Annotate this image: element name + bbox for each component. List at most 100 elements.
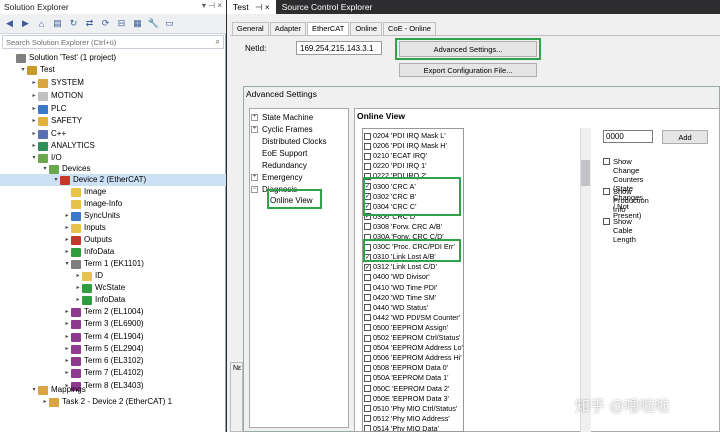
option-checkbox-row[interactable]: Show Production Info [603, 187, 649, 214]
expander-icon[interactable]: ▸ [63, 306, 71, 318]
add-button[interactable]: Add [662, 130, 708, 144]
expander-icon[interactable]: ▸ [30, 90, 38, 102]
tree-item[interactable]: ▸ WcState [74, 282, 125, 294]
history-icon[interactable]: ↻ [67, 17, 80, 30]
tab-coe-online[interactable]: CoE - Online [383, 22, 436, 35]
register-list-item[interactable]: 0502 'EEPROM Ctrl/Status' [364, 333, 460, 343]
register-value-input[interactable]: 0000 [603, 130, 653, 143]
register-list-item[interactable]: 0420 'WD Time SM' [364, 293, 436, 303]
expander-icon[interactable]: ▾ [30, 384, 38, 396]
tree-item[interactable]: ▸ ANALYTICS [30, 140, 95, 152]
register-checkbox[interactable] [364, 294, 371, 302]
scrollbar-thumb[interactable] [581, 160, 590, 186]
register-checkbox[interactable] [364, 314, 371, 322]
tree-item[interactable]: ▸ C++ [30, 128, 66, 140]
tab-source-control-explorer[interactable]: Source Control Explorer [276, 0, 379, 14]
tree-item[interactable]: ▸ Term 7 (EL4102) [63, 367, 144, 379]
settings-tree-item[interactable]: + Cyclic Frames [251, 125, 313, 134]
tree-item[interactable]: ▸ Term 3 (EL6900) [63, 318, 144, 330]
tree-item[interactable]: ▸ Term 6 (EL3102) [63, 355, 144, 367]
register-list-item[interactable]: 0210 'ECAT IRQ' [364, 151, 427, 161]
tree-item[interactable]: ▸ InfoData [74, 294, 125, 306]
register-checkbox[interactable]: ✓ [364, 263, 371, 271]
register-checkbox[interactable] [364, 425, 371, 431]
settings-tree-item[interactable]: + Emergency [251, 173, 302, 182]
register-checkbox[interactable] [364, 132, 371, 140]
register-checkbox[interactable] [364, 152, 371, 160]
tab-adapter[interactable]: Adapter [269, 22, 306, 35]
expander-icon[interactable]: + [251, 174, 258, 181]
register-checkbox[interactable] [364, 273, 371, 281]
register-checkbox[interactable] [364, 405, 371, 413]
expander-icon[interactable]: ▸ [63, 343, 71, 355]
tree-item[interactable]: ▾ Term 1 (EK1101) [63, 258, 144, 270]
tree-item[interactable]: Solution 'Test' (1 project) [8, 52, 116, 64]
register-list-item[interactable]: 0400 'WD Divisor' [364, 272, 430, 282]
tab-close-icon[interactable]: ⊣ × [255, 2, 270, 12]
search-input[interactable]: Search Solution Explorer (Ctrl+ü) ⌕ [2, 35, 224, 49]
expander-icon[interactable]: ▸ [74, 294, 82, 306]
settings-tree-item[interactable]: + State Machine [251, 113, 313, 122]
register-checkbox[interactable] [364, 364, 371, 372]
register-checkbox[interactable] [364, 415, 371, 423]
tree-item[interactable]: ▸ MOTION [30, 90, 83, 102]
tree-item[interactable]: ▸ PLC [30, 103, 67, 115]
expander-icon[interactable]: ▸ [41, 396, 49, 408]
expander-icon[interactable]: ▸ [74, 270, 82, 282]
tree-item[interactable]: ▸ Outputs [63, 234, 112, 246]
tab-online[interactable]: Online [350, 22, 383, 35]
register-list-item[interactable]: 0308 'Forw. CRC A/B' [364, 222, 442, 232]
register-checkbox[interactable] [364, 223, 371, 231]
expander-icon[interactable]: ▸ [74, 282, 82, 294]
expander-icon[interactable]: ▸ [63, 222, 71, 234]
pin-icon[interactable]: ▾ ⊣ × [202, 1, 222, 10]
register-list-item[interactable]: 050A 'EEPROM Data 1' [364, 373, 448, 383]
register-checkbox[interactable] [364, 304, 371, 312]
tree-item[interactable]: ▸ Inputs [63, 222, 106, 234]
show-all-files-icon[interactable]: ▦ [131, 17, 144, 30]
export-configuration-button[interactable]: Export Configuration File... [399, 63, 537, 77]
option-checkbox[interactable] [603, 158, 610, 165]
tree-item[interactable]: ▾ Device 2 (EtherCAT) [0, 174, 226, 186]
expander-icon[interactable]: ▸ [30, 140, 38, 152]
expander-icon[interactable]: ▸ [63, 210, 71, 222]
option-checkbox[interactable] [603, 188, 610, 195]
register-checkbox[interactable] [364, 142, 371, 150]
tree-item[interactable]: ▸ Term 4 (EL1904) [63, 331, 144, 343]
register-list-item[interactable]: 0220 'PDI IRQ 1' [364, 161, 426, 171]
tree-item[interactable]: ▸ InfoData [63, 246, 114, 258]
tree-item[interactable]: ▸ ID [74, 270, 103, 282]
tree-item[interactable]: ▸ SyncUnits [63, 210, 120, 222]
register-checkbox[interactable] [364, 395, 371, 403]
tree-item[interactable]: Image [63, 186, 106, 198]
tree-item[interactable]: Image-Info [63, 198, 122, 210]
collapse-all-icon[interactable]: ⊟ [115, 17, 128, 30]
expander-icon[interactable]: + [251, 114, 258, 121]
tree-item[interactable]: ▾ Mappings [30, 384, 86, 396]
register-checkbox[interactable] [364, 385, 371, 393]
expander-icon[interactable]: ▸ [63, 367, 71, 379]
register-checkbox[interactable] [364, 344, 371, 352]
tree-item[interactable]: ▸ SYSTEM [30, 77, 84, 89]
tab-test[interactable]: Test ⊣ × [227, 0, 276, 14]
register-list-item[interactable]: 050C 'EEPROM Data 2' [364, 384, 449, 394]
expander-icon[interactable]: ▸ [30, 115, 38, 127]
switch-views-icon[interactable]: ▤ [51, 17, 64, 30]
preview-icon[interactable]: ▭ [163, 17, 176, 30]
register-checkbox[interactable] [364, 334, 371, 342]
sync-icon[interactable]: ⇄ [83, 17, 96, 30]
expander-icon[interactable]: ▸ [63, 234, 71, 246]
expander-icon[interactable]: + [251, 126, 258, 133]
tree-item[interactable]: ▸ Term 2 (EL1004) [63, 306, 144, 318]
register-list-item[interactable]: 0440 'WD Status' [364, 303, 428, 313]
forward-icon[interactable]: ▶ [19, 17, 32, 30]
register-checkbox[interactable] [364, 162, 371, 170]
register-list-item[interactable]: 0206 'PDI IRQ Mask H' [364, 141, 447, 151]
expander-icon[interactable]: ▾ [19, 64, 27, 76]
register-list-item[interactable]: 050E 'EEPROM Data 3' [364, 394, 449, 404]
refresh-icon[interactable]: ⟳ [99, 17, 112, 30]
settings-tree-item[interactable]: Distributed Clocks [251, 137, 326, 146]
tab-ethercat[interactable]: EtherCAT [306, 22, 350, 35]
expander-icon[interactable]: ▸ [63, 331, 71, 343]
settings-tree-item[interactable]: Redundancy [251, 161, 307, 170]
